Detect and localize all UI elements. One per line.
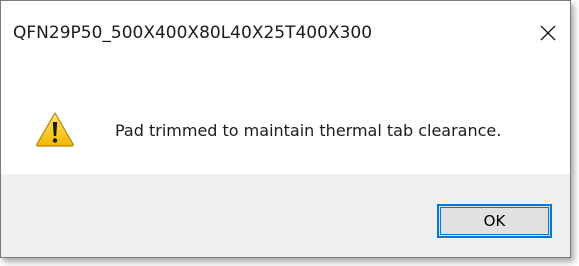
dialog-message: Pad trimmed to maintain thermal tab clea… — [115, 121, 502, 140]
title-bar[interactable]: QFN29P50_500X400X80L40X25T400X300 — [1, 1, 570, 67]
ok-button[interactable]: OK — [437, 204, 552, 238]
dialog-footer: OK — [1, 174, 570, 257]
close-button[interactable] — [526, 11, 570, 55]
window-title: QFN29P50_500X400X80L40X25T400X300 — [13, 23, 373, 43]
warning-icon — [36, 112, 74, 147]
message-dialog: QFN29P50_500X400X80L40X25T400X300 Pad tr… — [0, 0, 571, 258]
dialog-content: Pad trimmed to maintain thermal tab clea… — [1, 67, 570, 174]
close-icon — [540, 25, 556, 41]
